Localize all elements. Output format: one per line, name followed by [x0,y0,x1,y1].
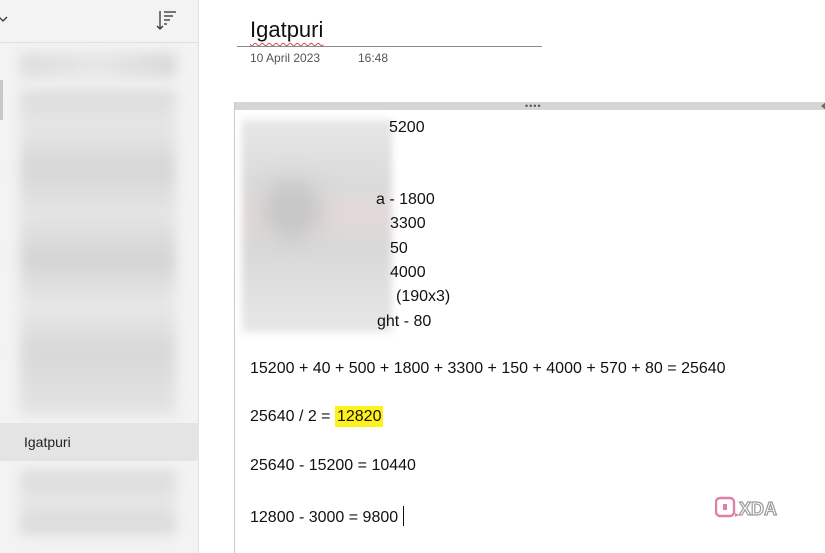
title-divider [237,46,542,47]
note-line: 50 [390,240,408,257]
note-line: 3300 [390,215,426,232]
sort-icon[interactable] [152,6,180,34]
half-line: 25640 / 2 = 12820 [250,406,384,427]
note-line: (190x3) [396,288,451,305]
note-line: 5200 [389,119,425,136]
diff-line: 25640 - 15200 = 10440 [250,457,416,474]
page-item-label: Igatpuri [24,434,71,450]
list-item-selected[interactable]: Igatpuri [0,423,198,461]
watermark-text: XDA [739,499,777,519]
note-line: ght - 80 [377,313,432,330]
list-item[interactable] [0,470,198,534]
drag-dots-icon: •••• [525,101,542,111]
half-prefix: 25640 / 2 = [250,408,335,425]
page-list-header [0,0,198,43]
highlighted-result: 12820 [334,406,384,427]
page-list-pane: Igatpuri [0,0,199,553]
note-line: 4000 [390,264,426,281]
resize-arrow-icon[interactable] [821,102,825,110]
sum-line: 15200 + 40 + 500 + 1800 + 3300 + 150 + 4… [250,360,726,377]
page-title[interactable]: Igatpuri [250,17,323,43]
container-drag-handle[interactable]: •••• [235,101,825,111]
page-time: 16:48 [358,51,389,65]
list-item[interactable] [0,90,198,416]
onenote-window: Igatpuri Igatpuri 10 April 2023 16:48 ••… [0,0,825,553]
page-list: Igatpuri [0,44,198,553]
xda-logo-icon: XDA [715,496,778,520]
final-line-wrap[interactable]: 12800 - 3000 = 9800 [250,506,405,527]
page-date: 10 April 2023 [250,51,321,65]
redacted-region-shade [262,180,322,240]
chevron-down-icon[interactable] [0,12,10,26]
text-cursor [403,506,405,526]
final-line: 12800 - 3000 = 9800 [250,509,399,526]
list-item[interactable] [0,52,198,78]
note-line: a - 1800 [376,191,435,208]
